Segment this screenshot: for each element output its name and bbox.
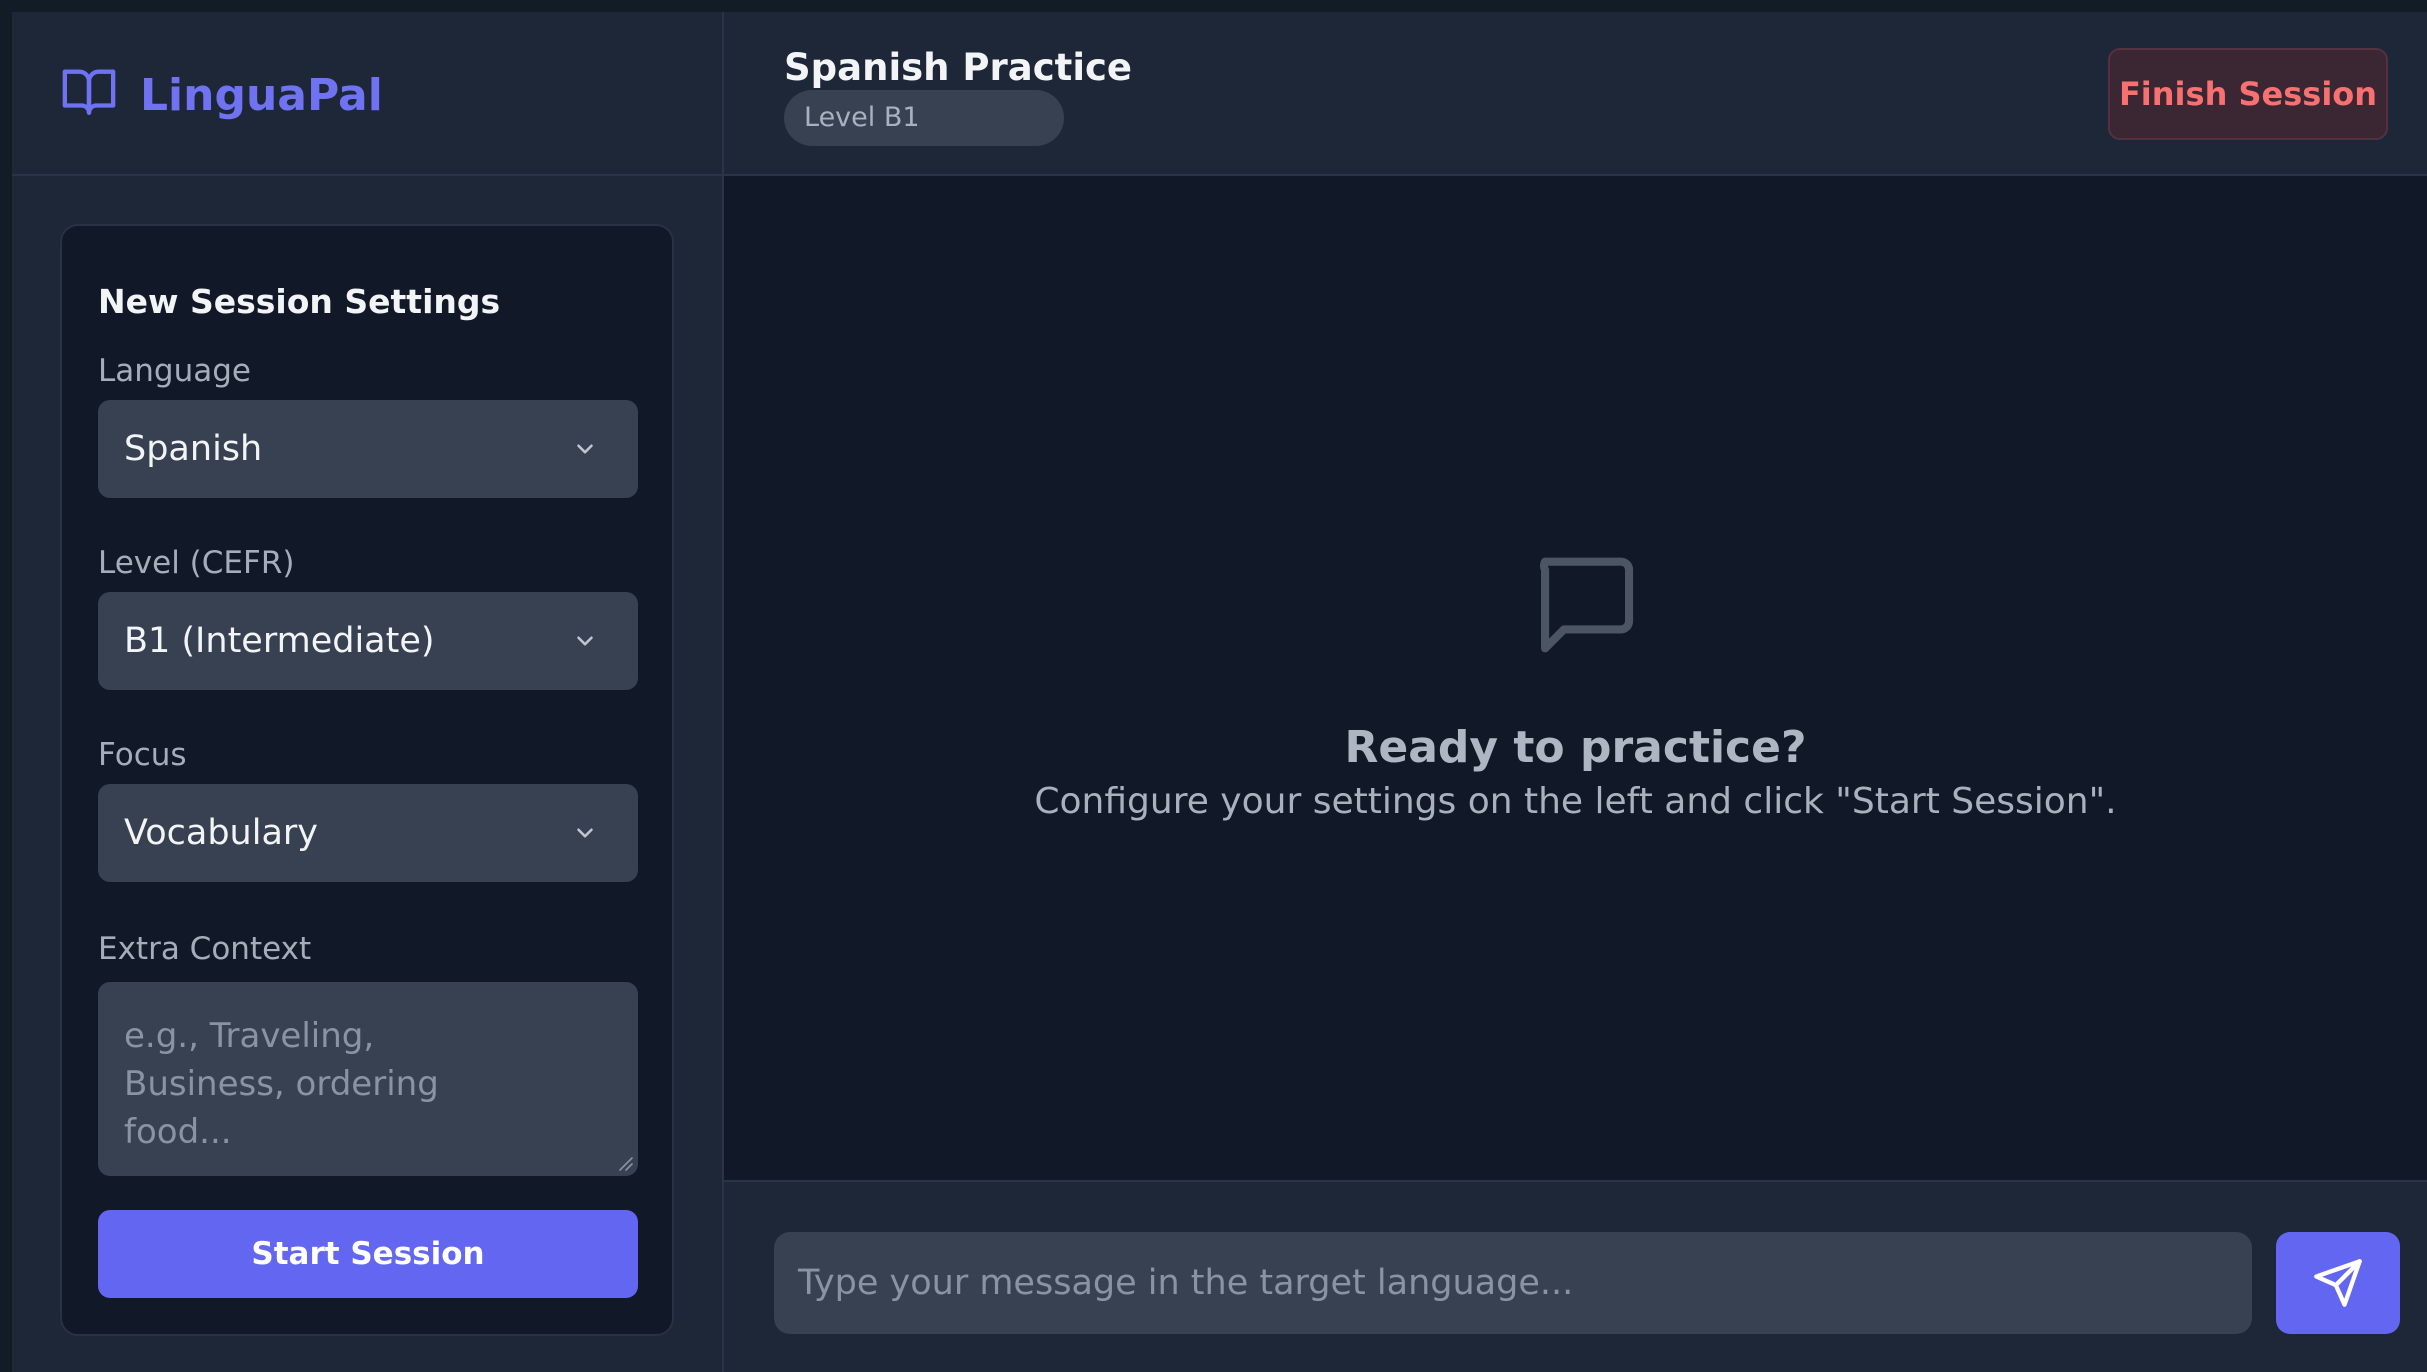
window-frame-top: [0, 0, 2427, 12]
message-square-icon: [1539, 557, 1634, 653]
level-select-value: B1 (Intermediate): [124, 621, 435, 661]
language-label: Language: [98, 353, 251, 389]
finish-session-label: Finish Session: [2118, 75, 2378, 113]
sidebar: LinguaPal New Session Settings Language …: [12, 12, 724, 1372]
chevron-down-icon: [577, 444, 593, 454]
settings-card-title: New Session Settings: [98, 282, 501, 321]
chevron-down-icon: [577, 636, 593, 646]
page-title: Spanish Practice: [784, 46, 1133, 89]
level-badge-text: Level B1: [804, 102, 920, 133]
start-session-label: Start Session: [251, 1236, 485, 1272]
language-select-value: Spanish: [124, 429, 263, 469]
start-session-button[interactable]: Start Session: [98, 1210, 638, 1298]
message-composer: Type your message in the target language…: [724, 1180, 2427, 1372]
extra-context-textarea[interactable]: e.g., Traveling, Business, ordering food…: [98, 982, 638, 1176]
session-settings-card: New Session Settings Language Spanish Le…: [60, 224, 674, 1336]
level-badge: Level B1: [784, 90, 1064, 146]
chat-header: Spanish Practice Level B1 Finish Session: [724, 12, 2427, 176]
language-select[interactable]: Spanish: [98, 400, 638, 498]
message-input[interactable]: Type your message in the target language…: [774, 1232, 2252, 1334]
app-window: LinguaPal New Session Settings Language …: [0, 0, 2427, 1372]
level-select[interactable]: B1 (Intermediate): [98, 592, 638, 690]
chevron-down-icon: [577, 828, 593, 838]
send-paper-plane-icon: [2314, 1259, 2362, 1307]
empty-state-subtitle: Configure your settings on the left and …: [1034, 781, 2117, 822]
app-logo-text[interactable]: LinguaPal: [140, 70, 383, 122]
sidebar-header: LinguaPal: [12, 12, 722, 176]
window-frame-left: [0, 0, 12, 1372]
extra-context-placeholder: e.g., Traveling, Business, ordering food…: [124, 1016, 439, 1152]
focus-label: Focus: [98, 737, 187, 773]
message-input-placeholder: Type your message in the target language…: [798, 1263, 1574, 1303]
focus-select-value: Vocabulary: [124, 813, 319, 853]
extra-context-label: Extra Context: [98, 931, 312, 967]
focus-select[interactable]: Vocabulary: [98, 784, 638, 882]
send-button[interactable]: [2276, 1232, 2400, 1334]
level-label: Level (CEFR): [98, 545, 295, 581]
open-book-icon: [62, 69, 116, 115]
chat-message-area: Ready to practice? Configure your settin…: [724, 176, 2427, 1180]
empty-state-title: Ready to practice?: [1344, 722, 1807, 773]
resize-handle-icon[interactable]: [610, 1148, 634, 1172]
finish-session-button[interactable]: Finish Session: [2108, 48, 2388, 140]
